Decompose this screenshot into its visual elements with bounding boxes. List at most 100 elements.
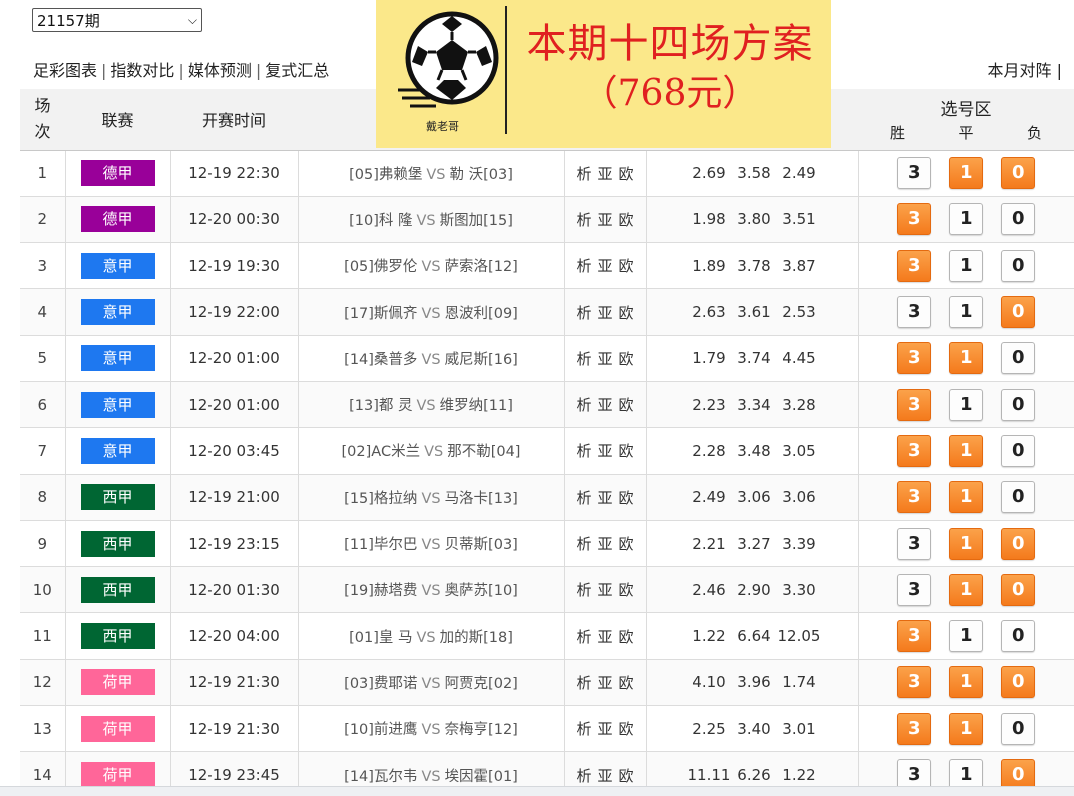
home-team-link[interactable]: [15]格拉纳 [344, 491, 417, 507]
analysis-link[interactable]: 析 [576, 211, 591, 229]
euro-odds-link[interactable]: 欧 [619, 442, 634, 460]
home-team-link[interactable]: [14]桑普多 [344, 352, 417, 368]
league-badge[interactable]: 荷甲 [80, 762, 155, 788]
away-team-link[interactable]: 维罗纳[11] [440, 398, 513, 414]
pick-win-button[interactable]: 3 [897, 434, 932, 467]
away-team-link[interactable]: 埃因霍[01] [445, 769, 518, 785]
league-badge[interactable]: 荷甲 [80, 669, 155, 696]
horizontal-scrollbar[interactable] [0, 786, 1074, 796]
nav-link-odds-compare[interactable]: 指数对比 [110, 61, 174, 80]
home-team-link[interactable]: [03]费耶诺 [344, 676, 417, 692]
league-badge[interactable]: 西甲 [80, 623, 155, 650]
pick-draw-button[interactable]: 1 [949, 388, 984, 421]
analysis-link[interactable]: 析 [576, 674, 591, 692]
analysis-link[interactable]: 析 [576, 304, 591, 322]
pick-lose-button[interactable]: 0 [1001, 712, 1036, 745]
league-badge[interactable]: 西甲 [80, 576, 155, 603]
euro-odds-link[interactable]: 欧 [619, 581, 634, 599]
euro-odds-link[interactable]: 欧 [619, 720, 634, 738]
pick-draw-button[interactable]: 1 [949, 573, 984, 606]
pick-lose-button[interactable]: 0 [1001, 157, 1036, 190]
away-team-link[interactable]: 贝蒂斯[03] [445, 537, 518, 553]
league-badge[interactable]: 西甲 [80, 530, 155, 557]
pick-draw-button[interactable]: 1 [949, 296, 984, 329]
nav-link-compound-summary[interactable]: 复式汇总 [265, 61, 329, 80]
asian-odds-link[interactable]: 亚 [597, 767, 612, 785]
away-team-link[interactable]: 阿贾克[02] [445, 676, 518, 692]
pick-draw-button[interactable]: 1 [949, 712, 984, 745]
pick-lose-button[interactable]: 0 [1001, 573, 1036, 606]
pick-win-button[interactable]: 3 [897, 342, 932, 375]
pick-win-button[interactable]: 3 [897, 249, 932, 282]
away-team-link[interactable]: 萨索洛[12] [445, 259, 518, 275]
euro-odds-link[interactable]: 欧 [619, 489, 634, 507]
euro-odds-link[interactable]: 欧 [619, 257, 634, 275]
euro-odds-link[interactable]: 欧 [619, 396, 634, 414]
pick-win-button[interactable]: 3 [897, 157, 932, 190]
analysis-link[interactable]: 析 [576, 350, 591, 368]
euro-odds-link[interactable]: 欧 [619, 211, 634, 229]
home-team-link[interactable]: [14]瓦尔韦 [344, 769, 417, 785]
league-badge[interactable]: 意甲 [80, 437, 155, 464]
league-badge[interactable]: 荷甲 [80, 715, 155, 742]
analysis-link[interactable]: 析 [576, 535, 591, 553]
pick-lose-button[interactable]: 0 [1001, 203, 1036, 236]
pick-win-button[interactable]: 3 [897, 296, 932, 329]
away-team-link[interactable]: 斯图加[15] [440, 213, 513, 229]
analysis-link[interactable]: 析 [576, 442, 591, 460]
league-badge[interactable]: 意甲 [80, 252, 155, 279]
pick-draw-button[interactable]: 1 [949, 666, 984, 699]
away-team-link[interactable]: 勒 沃[03] [450, 167, 513, 183]
pick-win-button[interactable]: 3 [897, 481, 932, 514]
analysis-link[interactable]: 析 [576, 165, 591, 183]
pick-win-button[interactable]: 3 [897, 388, 932, 421]
asian-odds-link[interactable]: 亚 [597, 304, 612, 322]
home-team-link[interactable]: [11]毕尔巴 [344, 537, 417, 553]
pick-draw-button[interactable]: 1 [949, 620, 984, 653]
pick-lose-button[interactable]: 0 [1001, 434, 1036, 467]
nav-link-chart[interactable]: 足彩图表 [33, 61, 97, 80]
away-team-link[interactable]: 那不勒[04] [447, 444, 520, 460]
pick-draw-button[interactable]: 1 [949, 203, 984, 236]
pick-lose-button[interactable]: 0 [1001, 527, 1036, 560]
euro-odds-link[interactable]: 欧 [619, 535, 634, 553]
pick-win-button[interactable]: 3 [897, 573, 932, 606]
pick-lose-button[interactable]: 0 [1001, 342, 1036, 375]
pick-lose-button[interactable]: 0 [1001, 481, 1036, 514]
asian-odds-link[interactable]: 亚 [597, 211, 612, 229]
pick-lose-button[interactable]: 0 [1001, 249, 1036, 282]
home-team-link[interactable]: [05]弗赖堡 [349, 167, 422, 183]
asian-odds-link[interactable]: 亚 [597, 165, 612, 183]
pick-win-button[interactable]: 3 [897, 527, 932, 560]
period-select[interactable]: 21157期 ⌵ [32, 8, 202, 32]
league-badge[interactable]: 西甲 [80, 484, 155, 511]
pick-draw-button[interactable]: 1 [949, 342, 984, 375]
analysis-link[interactable]: 析 [576, 628, 591, 646]
away-team-link[interactable]: 奈梅亨[12] [445, 722, 518, 738]
asian-odds-link[interactable]: 亚 [597, 628, 612, 646]
analysis-link[interactable]: 析 [576, 720, 591, 738]
nav-link-monthly-fixtures[interactable]: 本月对阵 [988, 61, 1052, 80]
analysis-link[interactable]: 析 [576, 489, 591, 507]
home-team-link[interactable]: [10]科 隆 [349, 213, 412, 229]
home-team-link[interactable]: [17]斯佩齐 [344, 306, 417, 322]
league-badge[interactable]: 德甲 [80, 160, 155, 187]
pick-lose-button[interactable]: 0 [1001, 620, 1036, 653]
nav-link-media-prediction[interactable]: 媒体预测 [188, 61, 252, 80]
asian-odds-link[interactable]: 亚 [597, 489, 612, 507]
asian-odds-link[interactable]: 亚 [597, 350, 612, 368]
euro-odds-link[interactable]: 欧 [619, 304, 634, 322]
euro-odds-link[interactable]: 欧 [619, 767, 634, 785]
league-badge[interactable]: 德甲 [80, 206, 155, 233]
pick-win-button[interactable]: 3 [897, 203, 932, 236]
analysis-link[interactable]: 析 [576, 257, 591, 275]
pick-lose-button[interactable]: 0 [1001, 296, 1036, 329]
asian-odds-link[interactable]: 亚 [597, 257, 612, 275]
pick-draw-button[interactable]: 1 [949, 481, 984, 514]
home-team-link[interactable]: [10]前进鹰 [344, 722, 417, 738]
pick-win-button[interactable]: 3 [897, 620, 932, 653]
home-team-link[interactable]: [13]都 灵 [349, 398, 412, 414]
home-team-link[interactable]: [05]佛罗伦 [344, 259, 417, 275]
euro-odds-link[interactable]: 欧 [619, 674, 634, 692]
pick-win-button[interactable]: 3 [897, 666, 932, 699]
